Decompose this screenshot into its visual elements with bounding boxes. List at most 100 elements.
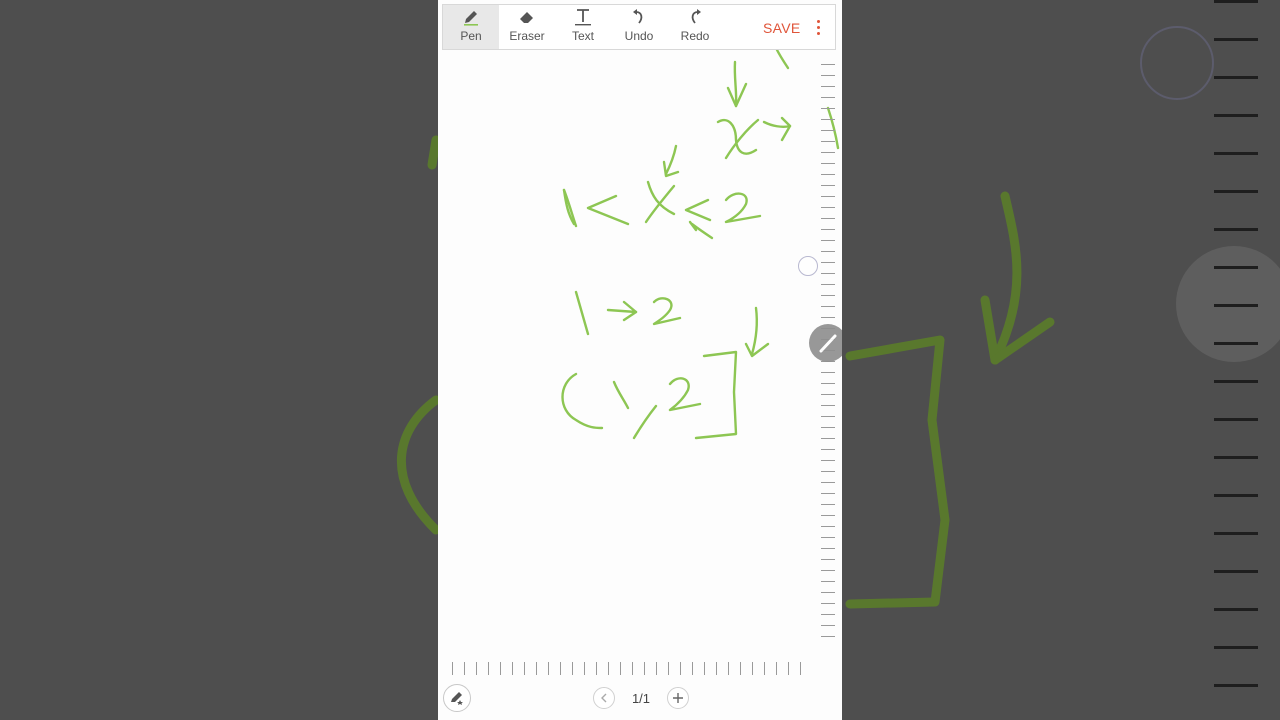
- background-ruler-tick: [1214, 228, 1258, 231]
- background-ruler: [1214, 0, 1258, 720]
- ruler-tick: [821, 317, 835, 318]
- ruler-tick: [821, 97, 835, 98]
- ruler-tick: [821, 64, 835, 65]
- pen-tool-button[interactable]: Pen: [443, 5, 499, 49]
- ruler-tick: [821, 284, 835, 285]
- more-vertical-icon[interactable]: [813, 20, 823, 38]
- ruler-tick: [644, 662, 645, 675]
- ruler-tick: [596, 662, 597, 675]
- ruler-tick: [821, 625, 835, 626]
- ruler-tick: [821, 152, 835, 153]
- ruler-tick: [821, 295, 835, 296]
- pen-settings-button[interactable]: [443, 684, 471, 712]
- background-ruler-tick: [1214, 380, 1258, 383]
- ruler-tick: [821, 75, 835, 76]
- ruler-tick: [821, 427, 835, 428]
- ruler-tick: [752, 662, 753, 675]
- eraser-tool-label: Eraser: [509, 29, 545, 43]
- ruler-tick: [608, 662, 609, 675]
- undo-icon: [633, 9, 643, 24]
- background-ruler-tick: [1214, 152, 1258, 155]
- ruler-tick: [821, 273, 835, 274]
- ruler-tick: [821, 394, 835, 395]
- background-ruler-tick: [1214, 418, 1258, 421]
- ruler-tick: [821, 251, 835, 252]
- undo-button[interactable]: Undo: [611, 5, 667, 49]
- background-ruler-tick: [1214, 608, 1258, 611]
- ruler-tick: [656, 662, 657, 675]
- ruler-tick: [500, 662, 501, 675]
- ruler-tick: [728, 662, 729, 675]
- ruler-tick: [821, 460, 835, 461]
- ruler-tick: [680, 662, 681, 675]
- ruler-tick: [704, 662, 705, 675]
- ruler-tick: [692, 662, 693, 675]
- ruler-tick: [821, 493, 835, 494]
- ruler-tick: [821, 614, 835, 615]
- ruler-tick: [821, 108, 835, 109]
- text-tool-label: Text: [571, 29, 594, 43]
- eraser-tool-button[interactable]: Eraser: [499, 5, 555, 49]
- ruler-tick: [821, 119, 835, 120]
- ruler-tick: [620, 662, 621, 675]
- ruler-tick: [488, 662, 489, 675]
- ruler-tick: [524, 662, 525, 675]
- ruler-tick: [821, 405, 835, 406]
- ruler-tick: [452, 662, 453, 675]
- ruler-tick: [821, 570, 835, 571]
- text-tool-button[interactable]: Text: [555, 5, 611, 49]
- pen-settings-icon: [451, 692, 463, 705]
- note-screen: Pen Eraser Text Undo Redo SAVE 1/1: [438, 0, 842, 720]
- background-ruler-tick: [1214, 76, 1258, 79]
- add-page-button[interactable]: [666, 687, 689, 709]
- pen-icon: [819, 334, 837, 353]
- ruler-tick: [821, 471, 835, 472]
- floating-pen-button[interactable]: [809, 324, 842, 362]
- background-ruler-tick: [1214, 266, 1258, 269]
- ruler-tick: [512, 662, 513, 675]
- ruler-tick: [800, 662, 801, 675]
- ruler-tick: [740, 662, 741, 675]
- background-ring: [1140, 26, 1214, 100]
- background-ruler-tick: [1214, 646, 1258, 649]
- ruler-tick: [821, 240, 835, 241]
- redo-label: Redo: [680, 29, 710, 43]
- redo-button[interactable]: Redo: [667, 5, 723, 49]
- ruler-tick: [821, 504, 835, 505]
- ruler-tick: [821, 592, 835, 593]
- ruler-tick: [821, 449, 835, 450]
- save-button[interactable]: SAVE: [763, 20, 801, 36]
- toolbar: Pen Eraser Text Undo Redo SAVE: [442, 4, 836, 50]
- ruler-tick: [536, 662, 537, 675]
- ruler-tick: [548, 662, 549, 675]
- ruler-tick: [776, 662, 777, 675]
- text-icon: [575, 9, 591, 26]
- drawing-canvas[interactable]: [438, 0, 842, 720]
- ruler-tick: [821, 130, 835, 131]
- ruler-tick: [788, 662, 789, 675]
- plus-icon: [672, 693, 683, 703]
- ruler-tick: [476, 662, 477, 675]
- previous-page-button[interactable]: [593, 687, 615, 709]
- ruler-tick: [821, 218, 835, 219]
- ruler-tick: [821, 482, 835, 483]
- ruler-tick: [821, 306, 835, 307]
- page-navigator: 1/1: [593, 686, 689, 710]
- pen-tool-label: Pen: [460, 29, 482, 43]
- background-ruler-tick: [1214, 570, 1258, 573]
- horizontal-ruler[interactable]: [452, 662, 812, 676]
- ruler-tick: [821, 559, 835, 560]
- ruler-tick: [821, 383, 835, 384]
- scroll-position-indicator[interactable]: [798, 256, 818, 276]
- ruler-tick: [821, 603, 835, 604]
- background-ruler-tick: [1214, 38, 1258, 41]
- ruler-tick: [821, 438, 835, 439]
- background-ruler-tick: [1214, 532, 1258, 535]
- ruler-tick: [821, 581, 835, 582]
- background-ruler-tick: [1214, 342, 1258, 345]
- ruler-tick: [821, 537, 835, 538]
- pen-icon: [464, 11, 478, 26]
- ruler-tick: [821, 515, 835, 516]
- ruler-tick: [764, 662, 765, 675]
- background-ruler-tick: [1214, 190, 1258, 193]
